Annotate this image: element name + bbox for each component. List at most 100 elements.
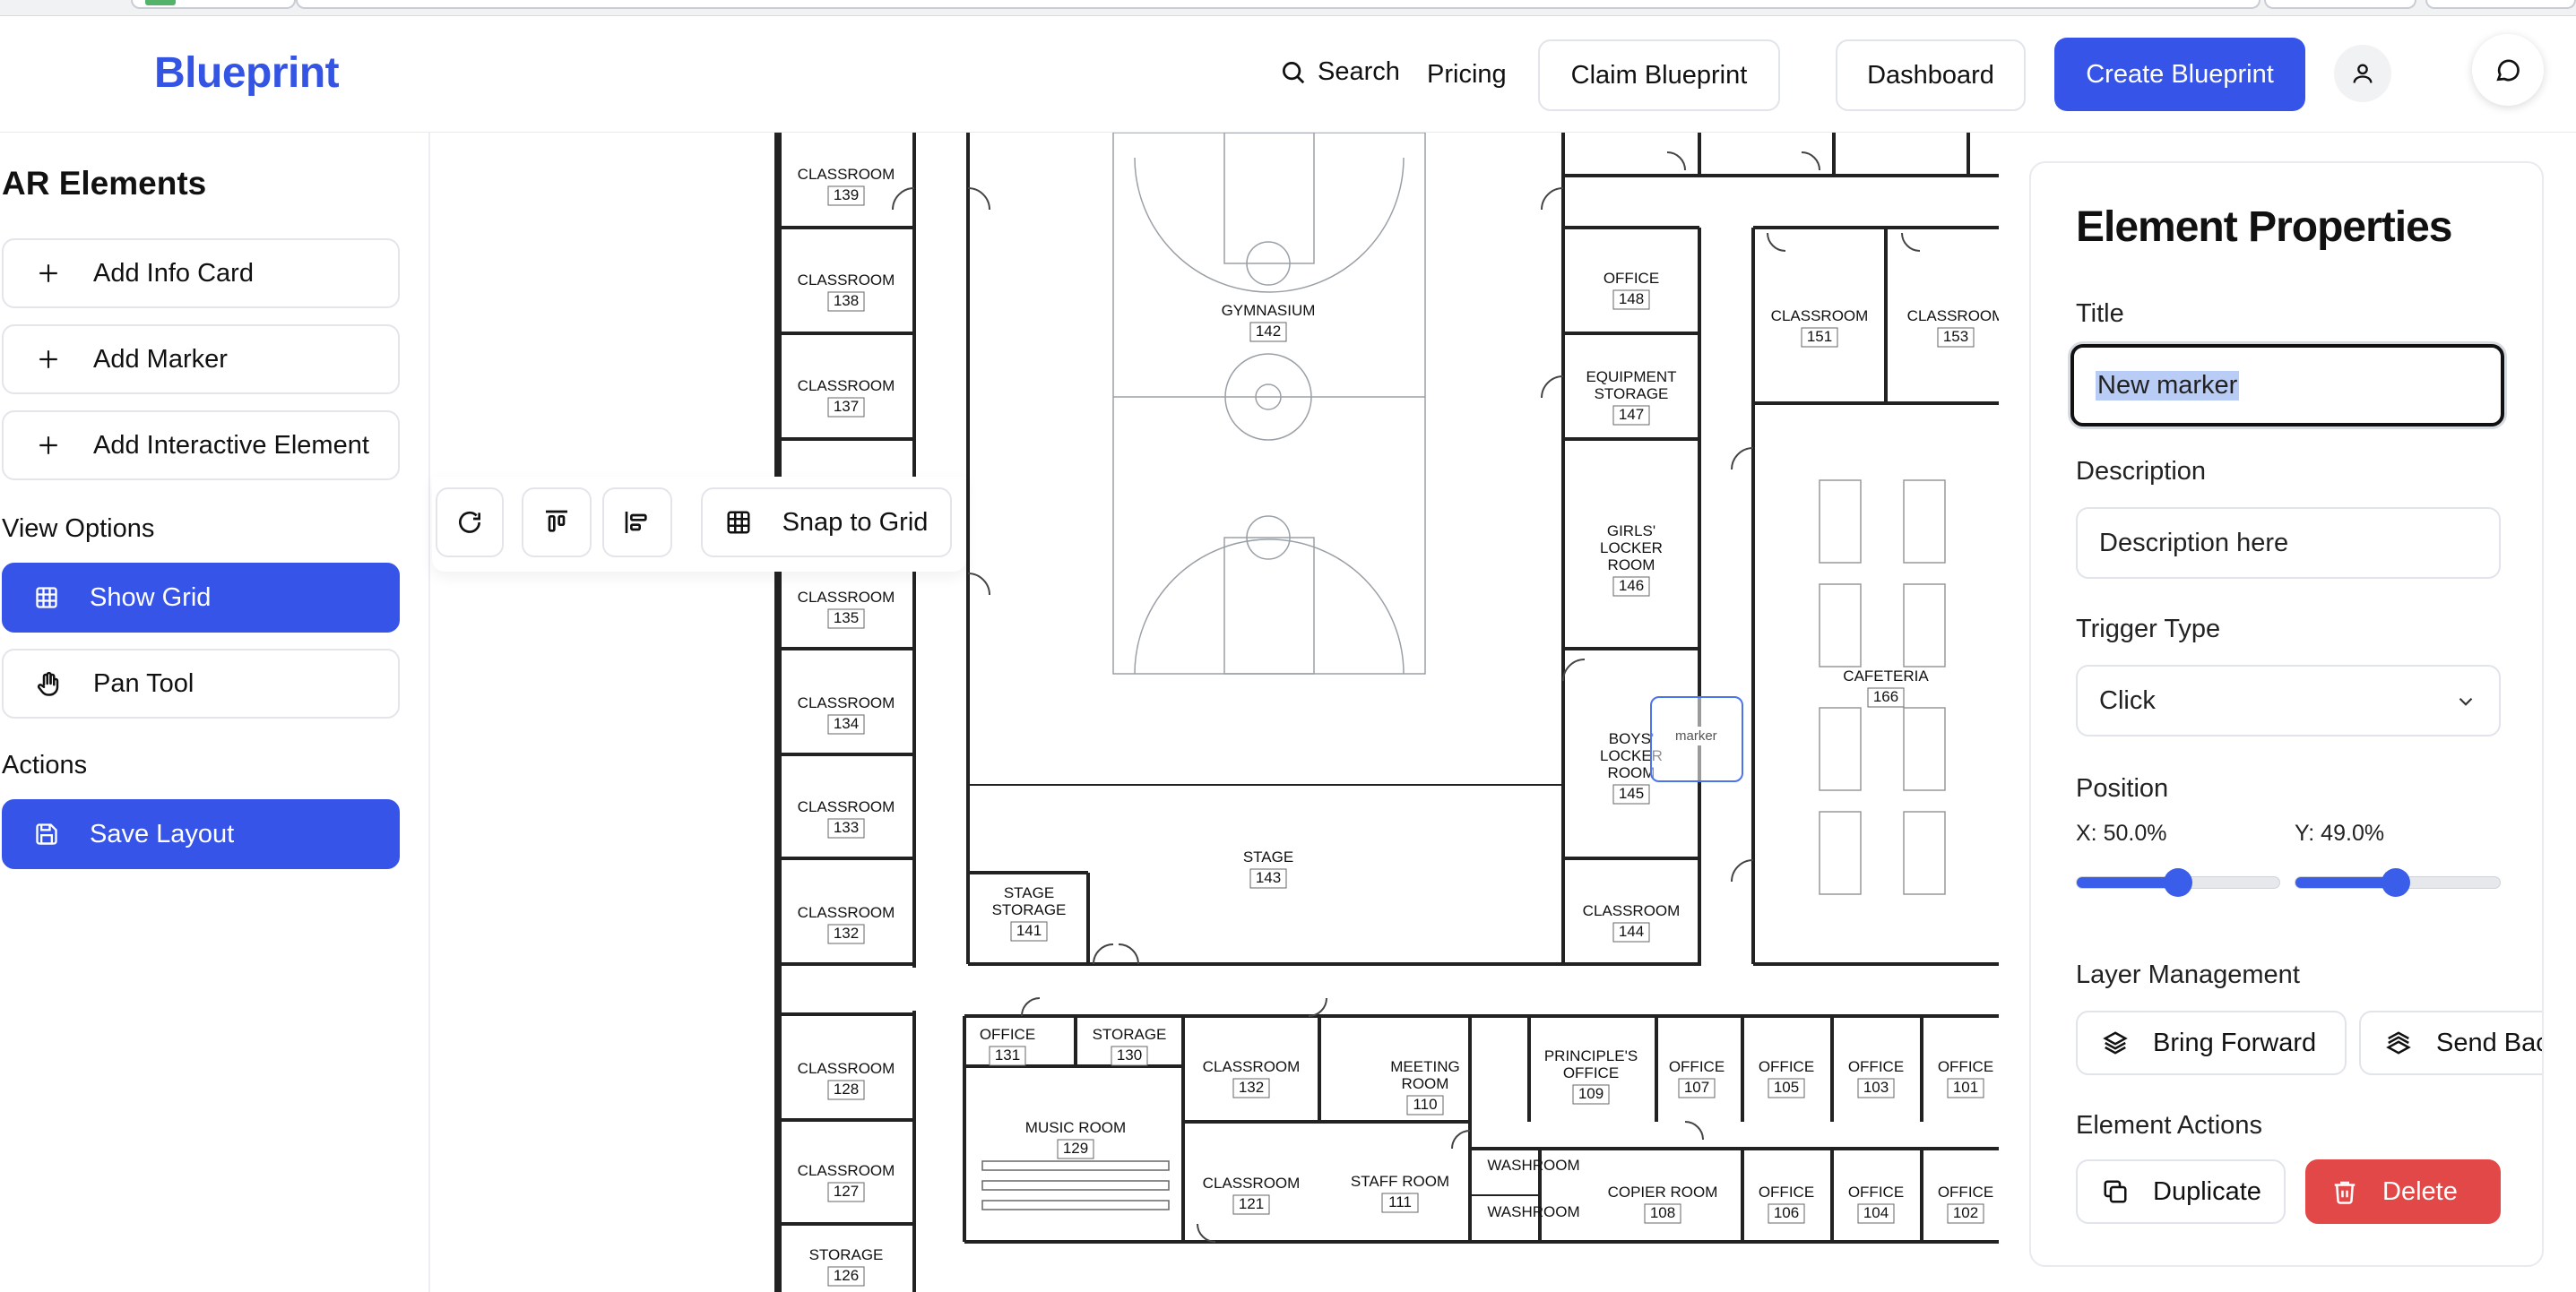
room-name: OFFICE	[1938, 1184, 1993, 1201]
room-name: STAGE	[1004, 884, 1054, 901]
room-name: CLASSROOM	[1907, 307, 1999, 324]
x-position-slider[interactable]	[2076, 868, 2280, 897]
add-marker-button[interactable]: Add Marker	[2, 324, 400, 394]
claim-blueprint-button[interactable]: Claim Blueprint	[1538, 39, 1780, 111]
room-name: CLASSROOM	[1771, 307, 1869, 324]
element-actions-label: Element Actions	[2076, 1111, 2262, 1140]
description-input[interactable]: Description here	[2076, 507, 2501, 579]
room-label: CLASSROOM 127	[798, 1162, 895, 1202]
room-number: 142	[1256, 323, 1281, 340]
room-label: PRINCIPLE'SOFFICE 109	[1544, 1047, 1638, 1105]
room-name: OFFICE	[1669, 1058, 1725, 1075]
delete-button[interactable]: Delete	[2305, 1159, 2501, 1224]
dashboard-button[interactable]: Dashboard	[1836, 39, 2026, 111]
room-label: CLASSROOM 151	[1771, 307, 1869, 348]
room-label: OFFICE 106	[1759, 1184, 1814, 1224]
room-number: 108	[1650, 1204, 1675, 1221]
room-number: 102	[1953, 1204, 1978, 1221]
room-name: CLASSROOM	[1203, 1058, 1301, 1075]
plus-icon	[4, 434, 93, 457]
layers-down-icon	[2361, 1029, 2436, 1056]
logo[interactable]: Blueprint	[154, 48, 340, 98]
room-number: 153	[1943, 328, 1968, 345]
y-slider-fill	[2295, 877, 2396, 888]
create-blueprint-button[interactable]: Create Blueprint	[2054, 38, 2305, 111]
pan-tool-button[interactable]: Pan Tool	[2, 649, 400, 719]
room-name: CLASSROOM	[798, 904, 895, 921]
snap-to-grid-button[interactable]: Snap to Grid	[701, 487, 952, 557]
canvas-toolbar: Snap to Grid	[432, 477, 966, 572]
room-name: MUSIC ROOM	[1025, 1119, 1126, 1136]
x-slider-thumb[interactable]	[2164, 868, 2192, 897]
trigger-type-label: Trigger Type	[2076, 615, 2221, 643]
layers-up-icon	[2078, 1029, 2153, 1056]
browser-tab[interactable]	[2264, 0, 2416, 9]
align-left-button[interactable]	[602, 487, 672, 557]
room-label: STORAGE 130	[1093, 1026, 1167, 1066]
room-number: 128	[834, 1081, 859, 1098]
add-info-card-button[interactable]: Add Info Card	[2, 238, 400, 308]
floorplan-canvas[interactable]: CLASSROOM 139 CLASSROOM 138 CLASSROOM 137 CLAS…	[432, 133, 1999, 1292]
align-top-icon	[546, 510, 567, 532]
room-name: ROOM	[1608, 556, 1655, 573]
browser-tab[interactable]	[131, 0, 296, 9]
room-number: 151	[1807, 328, 1832, 345]
pricing-link[interactable]: Pricing	[1427, 60, 1507, 90]
sidebar-title: AR Elements	[2, 165, 207, 202]
room-number: 146	[1619, 577, 1644, 594]
add-marker-label: Add Marker	[93, 344, 228, 374]
room-number: 143	[1256, 869, 1281, 886]
room-number: 110	[1413, 1096, 1437, 1113]
room-number: 139	[834, 186, 859, 203]
room-number: 137	[834, 398, 859, 415]
rotate-button[interactable]	[436, 487, 504, 557]
y-slider-thumb[interactable]	[2381, 868, 2410, 897]
y-position-slider[interactable]	[2295, 868, 2501, 897]
address-bar[interactable]	[296, 0, 2260, 9]
plus-icon	[4, 348, 93, 371]
send-backward-button[interactable]: Send Backward	[2359, 1011, 2542, 1075]
save-layout-button[interactable]: Save Layout	[2, 799, 400, 869]
room-label: OFFICE 102	[1938, 1184, 1993, 1224]
room-label: OFFICE 105	[1759, 1058, 1814, 1098]
room-name: CLASSROOM	[798, 271, 895, 289]
room-name: OFFICE	[1604, 270, 1659, 287]
room-name: STORAGE	[1093, 1026, 1167, 1043]
x-position-label: X: 50.0%	[2076, 821, 2167, 846]
room-name: ROOM	[1402, 1075, 1449, 1092]
send-backward-label: Send Backward	[2436, 1028, 2542, 1057]
title-input[interactable]: New marker	[2070, 344, 2504, 426]
room-label: MEETINGROOM 110	[1390, 1058, 1460, 1115]
room-label: GIRLS'LOCKERROOM 146	[1600, 522, 1663, 597]
search-link[interactable]: Search	[1280, 57, 1400, 87]
room-number: 133	[834, 819, 859, 836]
room-number: 135	[834, 609, 859, 626]
duplicate-button[interactable]: Duplicate	[2076, 1159, 2286, 1224]
room-label: CLASSROOM 134	[798, 694, 895, 735]
room-number: 141	[1016, 922, 1042, 939]
room-name: OFFICE	[1563, 1064, 1619, 1081]
title-input-value: New marker	[2096, 370, 2240, 401]
browser-tab[interactable]	[2425, 0, 2576, 9]
floorplan-image: CLASSROOM 139 CLASSROOM 138 CLASSROOM 137 CLAS…	[774, 133, 1999, 1292]
user-menu-button[interactable]	[2334, 45, 2391, 102]
ar-elements-sidebar: AR Elements Add Info Card Add Marker Add…	[0, 133, 430, 1292]
show-grid-button[interactable]: Show Grid	[2, 563, 400, 633]
room-name: CLASSROOM	[1203, 1175, 1301, 1192]
position-label: Position	[2076, 774, 2169, 803]
room-name: GYMNASIUM	[1222, 302, 1316, 319]
room-name: CLASSROOM	[798, 1060, 895, 1077]
align-top-button[interactable]	[522, 487, 592, 557]
trigger-type-select[interactable]: Click	[2076, 665, 2501, 736]
add-interactive-element-button[interactable]: Add Interactive Element	[2, 410, 400, 480]
room-name: WASHROOM	[1487, 1203, 1579, 1220]
room-name: STORAGE	[992, 901, 1067, 918]
chat-button[interactable]	[2472, 34, 2544, 106]
bring-forward-button[interactable]: Bring Forward	[2076, 1011, 2347, 1075]
room-label: STAGESTORAGE 141	[992, 884, 1067, 942]
room-label: CLASSROOM 153	[1907, 307, 1999, 348]
selected-marker[interactable]: marker	[1650, 696, 1743, 782]
room-number: 111	[1388, 1193, 1412, 1210]
room-number: 138	[834, 292, 859, 309]
room-label: WASHROOM	[1487, 1203, 1579, 1220]
